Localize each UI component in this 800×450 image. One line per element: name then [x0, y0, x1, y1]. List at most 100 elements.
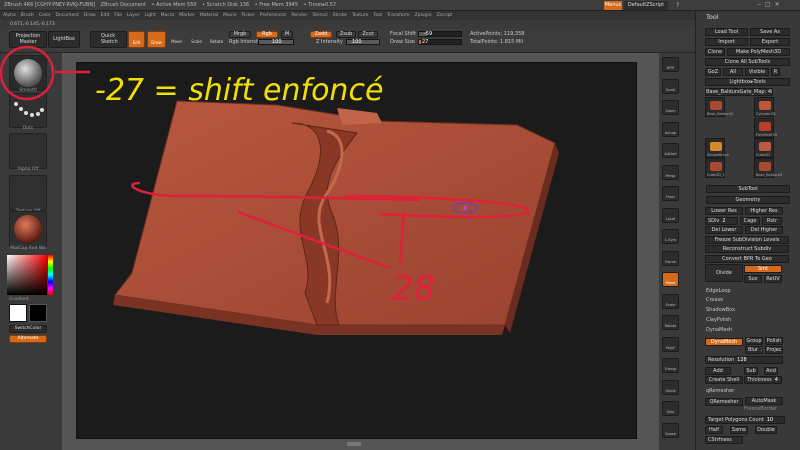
half-button[interactable]: Half: [705, 426, 723, 434]
shelf-button[interactable]: Persp: [662, 164, 679, 180]
shelf-button[interactable]: Zoom: [662, 100, 679, 115]
r-button[interactable]: R: [771, 68, 780, 76]
claypolish-section[interactable]: ClayPolish: [706, 317, 731, 323]
shelf-button[interactable]: AAHalf: [662, 143, 679, 158]
shelf-button[interactable]: Ghost: [662, 379, 679, 395]
create-shell-button[interactable]: Create Shell: [705, 376, 743, 384]
tool-preview-icon: [759, 122, 771, 131]
clone-button[interactable]: Clone: [705, 48, 725, 56]
target-polygons-slider-label: Target Polygons Count: [708, 417, 764, 423]
tool-thumbnail[interactable]: SimpleBrush: [705, 138, 729, 158]
lightbox-tools-button[interactable]: Lightbox▸Tools: [705, 78, 790, 86]
annotation-note-bottom: 28: [392, 269, 435, 309]
right-shelf: BPR Scroll Zoom Actual AAHalf Persp Floor Local…: [659, 53, 683, 450]
lower-res-button[interactable]: Lower Res: [705, 207, 743, 215]
shelf-button[interactable]: Rotate: [662, 315, 679, 330]
sdiv-slider-label: SDiv: [708, 218, 720, 224]
cstrength-label[interactable]: CStrfness: [705, 436, 743, 444]
dynamesh-button[interactable]: DynaMesh: [705, 338, 743, 346]
save-as-button[interactable]: Save As: [750, 28, 790, 36]
shelf-button[interactable]: Frame: [662, 250, 679, 266]
load-tool-button[interactable]: Load Tool: [705, 28, 748, 36]
tool-thumbnail[interactable]: Cube3D: [754, 138, 774, 158]
thickness-slider[interactable]: Thickness 4: [744, 376, 782, 384]
shelf-button[interactable]: Actual: [662, 121, 679, 137]
qremesher-section[interactable]: qRemesher: [706, 388, 734, 394]
thickness-slider-label: Thickness: [747, 377, 772, 383]
shelf-button[interactable]: L.Sym: [662, 229, 679, 244]
shelf-button[interactable]: PolyF: [662, 336, 679, 352]
shelf-button[interactable]: Scale: [662, 293, 679, 309]
export-button[interactable]: Export: [750, 38, 790, 46]
shelf-button[interactable]: Transp: [662, 358, 679, 373]
tool-thumbnail-name: Base_BaldursG: [756, 173, 783, 177]
reconstruct-subdiv-button[interactable]: Reconstruct Subdiv: [705, 245, 789, 253]
divide-button[interactable]: Divide: [705, 264, 743, 282]
project-button[interactable]: Projec: [765, 346, 783, 354]
tool-preview-icon: [710, 101, 722, 110]
smt-button[interactable]: Smt: [744, 265, 782, 273]
clone-all-subtools-button[interactable]: Clone All SubTools: [705, 58, 790, 66]
make-polymesh-button[interactable]: Make PolyMesh3D: [727, 48, 790, 56]
target-polygons-slider[interactable]: Target Polygons Count 10: [705, 416, 785, 424]
all-button[interactable]: All: [723, 68, 743, 76]
sdiv-slider[interactable]: SDiv 2: [705, 217, 738, 225]
cage-button[interactable]: Cage: [740, 217, 760, 225]
freeze-border-label[interactable]: FreezeBorder: [744, 406, 777, 412]
qremesher-button[interactable]: QRemesher: [705, 398, 743, 406]
shelf-button[interactable]: Move: [662, 272, 679, 287]
tool-thumbnail[interactable]: Base_BaldursG: [705, 97, 733, 117]
tool-thumbnail[interactable]: PolyMesh3D: [754, 118, 778, 138]
tool-thumbnail-name: Cube3D_1: [707, 173, 725, 177]
tool-thumbnail[interactable]: Cylinder3D: [754, 97, 776, 117]
tool-preview-icon: [759, 142, 771, 151]
crease-section[interactable]: Crease: [706, 297, 723, 303]
resolution-slider[interactable]: Resolution 128: [705, 356, 783, 364]
sub-button[interactable]: Sub: [744, 367, 758, 375]
tool-thumbnail[interactable]: Cube3D_1: [705, 158, 725, 178]
goz-button[interactable]: GoZ: [705, 68, 721, 76]
window-controls[interactable]: –□✕: [758, 1, 784, 8]
edgeloop-section[interactable]: EdgeLoop: [706, 288, 731, 294]
shelf-button[interactable]: BPR: [662, 57, 679, 72]
visible-button[interactable]: Visible: [745, 68, 769, 76]
tool-preview-icon: [710, 142, 722, 151]
rstr-button[interactable]: Rstr: [762, 217, 782, 225]
current-tool-button[interactable]: Base_BaldursGate_Map: 48: [705, 88, 773, 96]
higher-res-button[interactable]: Higher Res: [745, 207, 783, 215]
shadowbox-section[interactable]: ShadowBox: [706, 307, 735, 313]
group-button[interactable]: Group: [745, 337, 763, 345]
and-button[interactable]: And: [764, 367, 778, 375]
target-polygons-slider-value: 10: [766, 417, 774, 423]
tool-thumbnail-name: Cube3D: [756, 153, 770, 157]
tool-thumbnail-name: PolyMesh3D: [756, 133, 778, 137]
shelf-button[interactable]: Floor: [662, 186, 679, 201]
tool-thumbnail-name: Cylinder3D: [756, 112, 776, 116]
double-button[interactable]: Double: [755, 426, 777, 434]
automask-button[interactable]: AutoMask: [745, 397, 783, 405]
del-higher-button[interactable]: Del Higher: [745, 226, 783, 234]
subtool-section[interactable]: SubTool: [706, 185, 790, 193]
palette-title: Tool: [706, 13, 719, 21]
tool-preview-icon: [759, 162, 771, 171]
thickness-slider-value: 4: [774, 377, 778, 383]
shelf-button[interactable]: Scroll: [662, 78, 679, 94]
del-lower-button[interactable]: Del Lower: [705, 226, 743, 234]
same-button[interactable]: Same: [730, 426, 748, 434]
resolution-slider-value: 128: [737, 357, 747, 363]
blur-slider[interactable]: Blur2: [745, 346, 763, 354]
polish-button[interactable]: Polish: [765, 337, 783, 345]
add-button[interactable]: Add: [705, 367, 731, 375]
convert-bpr-button[interactable]: Convert BPR To Geo: [705, 255, 789, 263]
suv-button[interactable]: Suv: [744, 275, 762, 283]
shelf-button[interactable]: Local: [662, 207, 679, 223]
shelf-button[interactable]: Xpose: [662, 422, 679, 438]
reuv-button[interactable]: ReUV: [764, 275, 782, 283]
tool-thumbnail[interactable]: Base_BaldursG: [754, 158, 782, 178]
cstrength-label-label: CStrfness: [708, 437, 732, 443]
dynamesh-section[interactable]: DynaMesh: [706, 327, 732, 333]
geometry-section[interactable]: Geometry: [706, 196, 790, 204]
freeze-subdivision-button[interactable]: Freeze SubDivision Levels: [705, 236, 789, 244]
import-button[interactable]: Import: [705, 38, 748, 46]
shelf-button[interactable]: Solo: [662, 401, 679, 416]
